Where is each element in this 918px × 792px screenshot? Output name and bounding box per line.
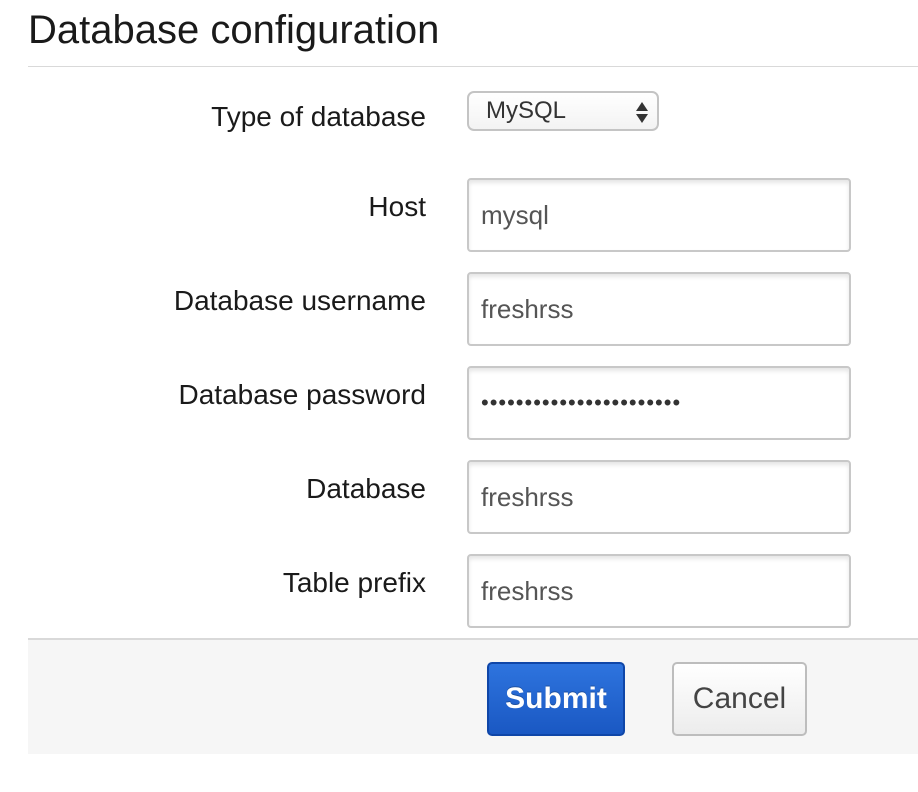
host-label: Host bbox=[368, 191, 426, 222]
database-config-page: Database configuration Type of database … bbox=[0, 0, 918, 792]
database-label: Database bbox=[306, 473, 426, 504]
username-input[interactable]: freshrss bbox=[467, 272, 851, 346]
submit-button[interactable]: Submit bbox=[487, 662, 625, 736]
password-label: Database password bbox=[178, 379, 426, 410]
title-divider bbox=[28, 66, 918, 67]
form-actions-bar: Submit Cancel bbox=[28, 638, 918, 754]
host-input[interactable]: mysql bbox=[467, 178, 851, 252]
cancel-button[interactable]: Cancel bbox=[672, 662, 807, 736]
page-title: Database configuration bbox=[28, 8, 440, 52]
prefix-input[interactable]: freshrss bbox=[467, 554, 851, 628]
db-type-select[interactable]: MySQL bbox=[467, 91, 659, 131]
db-type-label: Type of database bbox=[211, 101, 426, 132]
username-label: Database username bbox=[173, 285, 426, 316]
database-input[interactable]: freshrss bbox=[467, 460, 851, 534]
db-type-selected-value: MySQL bbox=[486, 97, 567, 124]
prefix-label: Table prefix bbox=[282, 567, 426, 598]
select-arrows-icon bbox=[636, 98, 648, 126]
password-input[interactable]: ••••••••••••••••••••••• bbox=[467, 366, 851, 440]
